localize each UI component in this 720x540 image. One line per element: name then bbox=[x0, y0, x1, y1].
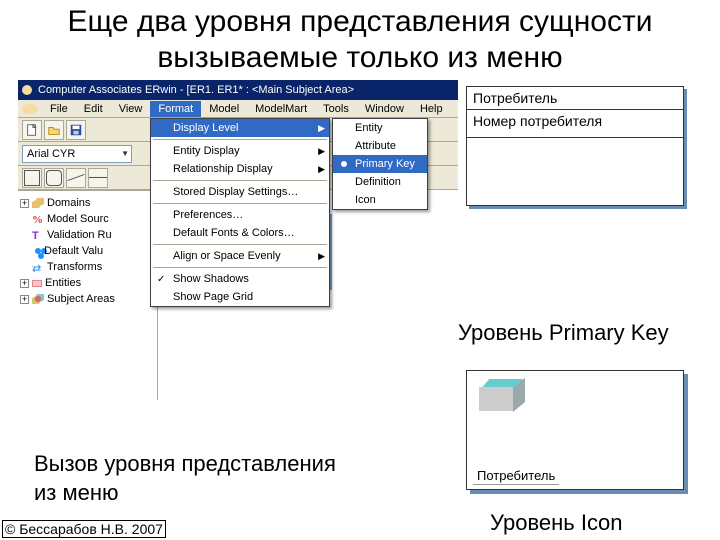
menu-item-label: Default Fonts & Colors… bbox=[173, 227, 295, 239]
menu-relationship-display[interactable]: Relationship Display ▶ bbox=[151, 160, 329, 178]
tree-label: Validation Ru bbox=[47, 229, 112, 241]
font-combo-value: Arial CYR bbox=[27, 148, 75, 160]
shape-line[interactable] bbox=[66, 168, 86, 188]
entity-name: Потребитель bbox=[467, 87, 683, 110]
tree-label: Entities bbox=[45, 277, 81, 289]
menu-item-label: Display Level bbox=[173, 122, 238, 134]
doc-icon bbox=[22, 104, 38, 114]
caption-primary-key: Уровень Primary Key bbox=[458, 320, 669, 346]
menu-item-label: Attribute bbox=[355, 140, 396, 152]
menu-edit[interactable]: Edit bbox=[76, 101, 111, 117]
caption-icon: Уровень Icon bbox=[490, 510, 622, 536]
window-title: Computer Associates ERwin - [ER1. ER1* :… bbox=[38, 84, 354, 96]
menubar: File Edit View Format Model ModelMart To… bbox=[18, 100, 458, 118]
shape-round[interactable] bbox=[44, 168, 64, 188]
menu-item-label: Preferences… bbox=[173, 209, 243, 221]
menu-item-label: Definition bbox=[355, 176, 401, 188]
entity-primary-key-view: Потребитель Номер потребителя bbox=[466, 86, 684, 206]
tree-transforms[interactable]: +⇄Transforms bbox=[20, 259, 155, 275]
tree-validation-rules[interactable]: +Validation Ru bbox=[20, 227, 155, 243]
menu-item-label: Relationship Display bbox=[173, 163, 273, 175]
radio-dot-icon bbox=[341, 161, 347, 167]
menu-window[interactable]: Window bbox=[357, 101, 412, 117]
subject-areas-icon bbox=[32, 294, 44, 304]
tree-model-sources[interactable]: +%Model Sourc bbox=[20, 211, 155, 227]
entity-key-row: Номер потребителя bbox=[467, 110, 683, 138]
menu-entity-display[interactable]: Entity Display ▶ bbox=[151, 142, 329, 160]
tree-subject-areas[interactable]: +Subject Areas bbox=[20, 291, 155, 307]
caption-call: Вызов уровня представления из меню bbox=[34, 450, 336, 507]
submenu-arrow-icon: ▶ bbox=[318, 251, 325, 262]
entity-cube-icon bbox=[479, 379, 525, 415]
font-combo[interactable]: Arial CYR bbox=[22, 145, 132, 163]
new-button[interactable] bbox=[22, 120, 42, 140]
menu-stored-display[interactable]: Stored Display Settings… bbox=[151, 183, 329, 201]
shape-line2[interactable] bbox=[88, 168, 108, 188]
menu-show-shadows[interactable]: ✓ Show Shadows bbox=[151, 270, 329, 288]
menu-display-level[interactable]: Display Level ▶ bbox=[151, 119, 329, 137]
caption-line: Вызов уровня представления bbox=[34, 450, 336, 479]
menu-item-label: Show Page Grid bbox=[173, 291, 253, 303]
tree-label: Subject Areas bbox=[47, 293, 115, 305]
shape-rect[interactable] bbox=[22, 168, 42, 188]
app-icon bbox=[22, 85, 32, 95]
copyright: © Бессарабов Н.В. 2007 bbox=[2, 520, 166, 538]
tree-domains[interactable]: +Domains bbox=[20, 195, 155, 211]
menu-format[interactable]: Format bbox=[150, 101, 201, 117]
menu-help[interactable]: Help bbox=[412, 101, 451, 117]
menu-file[interactable]: File bbox=[42, 101, 76, 117]
menu-item-label: Icon bbox=[355, 194, 376, 206]
tree-entities[interactable]: +Entities bbox=[20, 275, 155, 291]
menu-show-page-grid[interactable]: Show Page Grid bbox=[151, 288, 329, 306]
menu-item-label: Entity bbox=[355, 122, 383, 134]
transforms-icon: ⇄ bbox=[32, 262, 44, 272]
menu-modelmart[interactable]: ModelMart bbox=[247, 101, 315, 117]
menu-default-fonts[interactable]: Default Fonts & Colors… bbox=[151, 224, 329, 242]
entity-icon-view: Потребитель bbox=[466, 370, 684, 490]
level-definition[interactable]: Definition bbox=[333, 173, 427, 191]
menu-view[interactable]: View bbox=[111, 101, 151, 117]
level-icon[interactable]: Icon bbox=[333, 191, 427, 209]
model-tree[interactable]: +Domains +%Model Sourc +Validation Ru +D… bbox=[18, 190, 158, 400]
caption-line: из меню bbox=[34, 479, 336, 508]
menu-align[interactable]: Align or Space Evenly ▶ bbox=[151, 247, 329, 265]
save-button[interactable] bbox=[66, 120, 86, 140]
validation-icon bbox=[32, 230, 44, 240]
tree-label: Default Valu bbox=[44, 245, 103, 257]
tree-label: Model Sourc bbox=[47, 213, 109, 225]
tree-label: Domains bbox=[47, 197, 90, 209]
menu-item-label: Show Shadows bbox=[173, 273, 249, 285]
menu-tools[interactable]: Tools bbox=[315, 101, 357, 117]
level-attribute[interactable]: Attribute bbox=[333, 137, 427, 155]
menu-item-label: Primary Key bbox=[355, 158, 415, 170]
menu-model[interactable]: Model bbox=[201, 101, 247, 117]
check-icon: ✓ bbox=[157, 274, 165, 285]
slide-title: Еще два уровня представления сущности вы… bbox=[0, 0, 720, 84]
default-values-icon bbox=[35, 248, 41, 254]
submenu-arrow-icon: ▶ bbox=[318, 164, 325, 175]
menu-item-label: Align or Space Evenly bbox=[173, 250, 281, 262]
tree-default-values[interactable]: +Default Valu bbox=[20, 243, 155, 259]
submenu-arrow-icon: ▶ bbox=[318, 146, 325, 157]
menu-preferences[interactable]: Preferences… bbox=[151, 206, 329, 224]
entities-icon bbox=[32, 280, 42, 287]
level-entity[interactable]: Entity bbox=[333, 119, 427, 137]
menu-item-label: Stored Display Settings… bbox=[173, 186, 298, 198]
domains-icon bbox=[32, 198, 44, 208]
level-primary-key[interactable]: Primary Key bbox=[333, 155, 427, 173]
entity-icon-label: Потребитель bbox=[473, 467, 559, 485]
open-button[interactable] bbox=[44, 120, 64, 140]
titlebar: Computer Associates ERwin - [ER1. ER1* :… bbox=[18, 80, 458, 100]
submenu-arrow-icon: ▶ bbox=[318, 123, 325, 134]
tree-label: Transforms bbox=[47, 261, 102, 273]
format-menu: Display Level ▶ Entity Display ▶ Relations… bbox=[150, 118, 330, 307]
menu-item-label: Entity Display bbox=[173, 145, 240, 157]
display-level-submenu: Entity Attribute Primary Key Definition … bbox=[332, 118, 428, 210]
model-sources-icon: % bbox=[32, 214, 44, 224]
